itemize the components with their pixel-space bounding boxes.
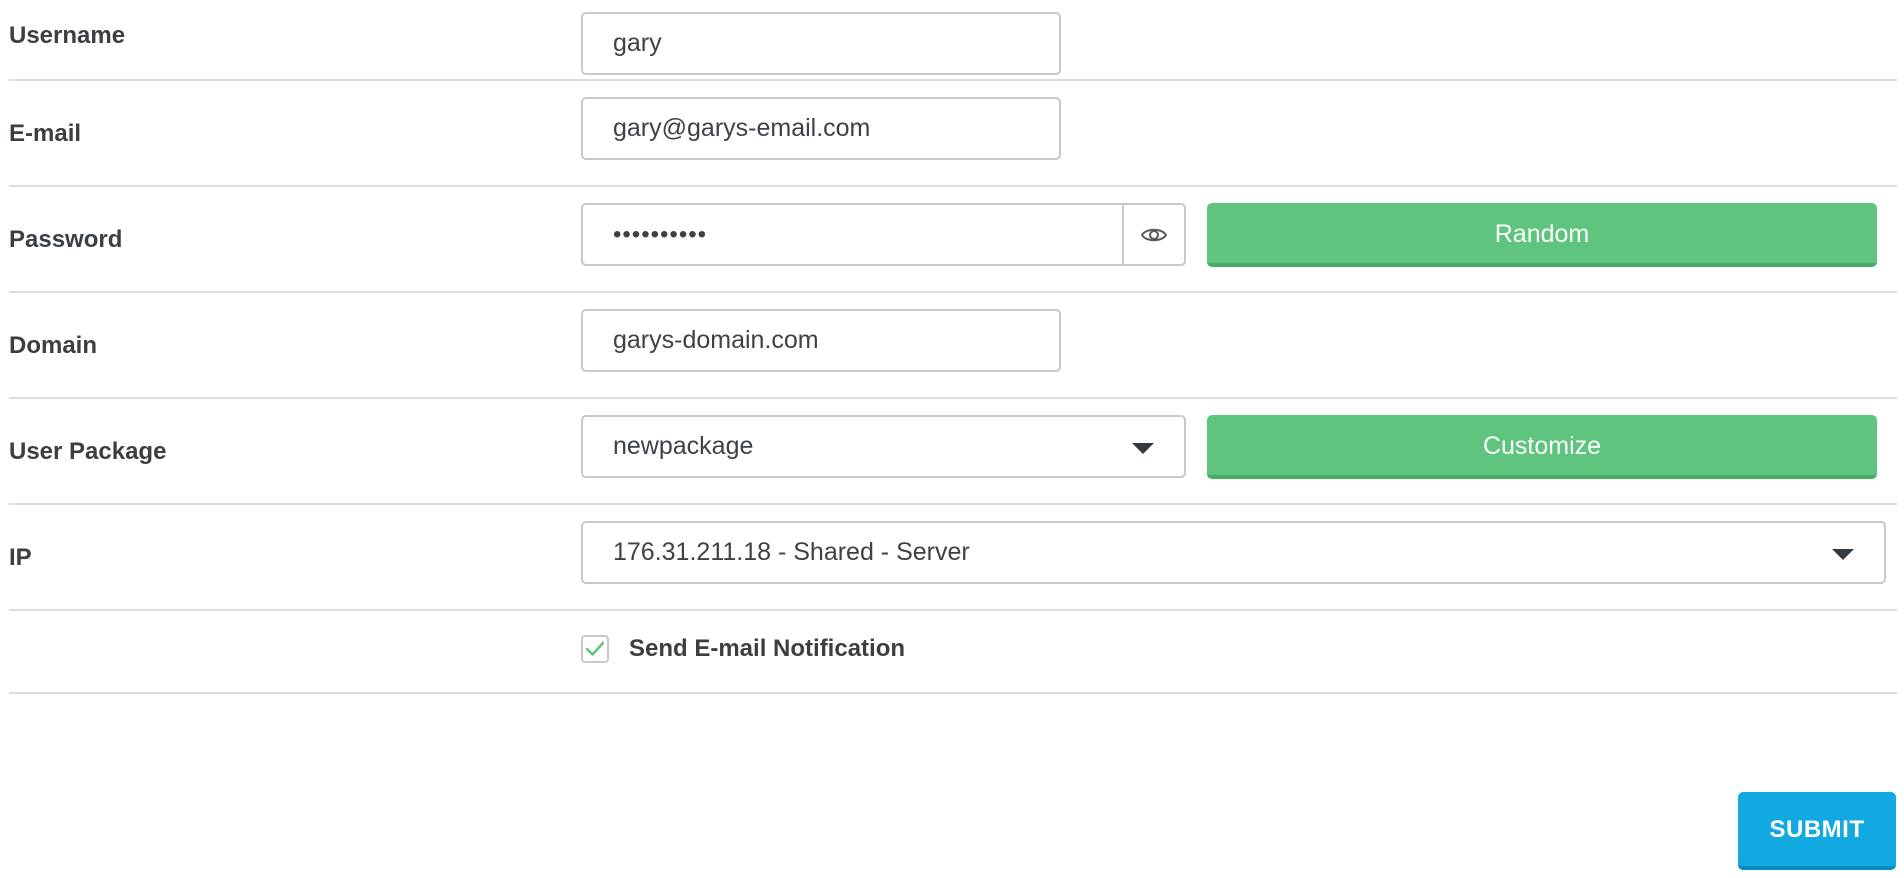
domain-row: Domain garys-domain.com xyxy=(9,293,1897,399)
password-row: Password •••••••••• Random xyxy=(9,187,1897,293)
package-row: User Package newpackage Customize xyxy=(9,399,1897,505)
check-icon xyxy=(585,641,605,656)
create-user-form: Username gary E-mail gary@garys-email.co… xyxy=(9,0,1897,694)
username-label: Username xyxy=(9,22,126,49)
send-notification-label[interactable]: Send E-mail Notification xyxy=(629,635,905,663)
ip-label: IP xyxy=(9,544,32,571)
domain-input[interactable]: garys-domain.com xyxy=(581,309,1061,372)
email-input[interactable]: gary@garys-email.com xyxy=(581,97,1061,160)
notification-row: Send E-mail Notification xyxy=(9,611,1897,694)
domain-label: Domain xyxy=(9,332,98,359)
customize-package-button[interactable]: Customize xyxy=(1207,415,1877,479)
package-selected-value: newpackage xyxy=(613,432,754,460)
email-row: E-mail gary@garys-email.com xyxy=(9,81,1897,187)
eye-icon xyxy=(1141,228,1167,241)
ip-selected-value: 176.31.211.18 - Shared - Server xyxy=(613,538,970,566)
ip-row: IP 176.31.211.18 - Shared - Server xyxy=(9,505,1897,611)
package-select[interactable]: newpackage xyxy=(581,415,1186,478)
show-password-button[interactable] xyxy=(1122,205,1184,264)
ip-select[interactable]: 176.31.211.18 - Shared - Server xyxy=(581,521,1886,584)
caret-down-icon xyxy=(1132,443,1154,454)
notification-option: Send E-mail Notification xyxy=(581,633,905,665)
caret-down-icon xyxy=(1832,549,1854,560)
email-label: E-mail xyxy=(9,120,82,147)
username-row: Username gary xyxy=(9,0,1897,81)
random-password-button[interactable]: Random xyxy=(1207,203,1877,267)
send-notification-checkbox[interactable] xyxy=(581,635,609,663)
package-label: User Package xyxy=(9,438,167,465)
password-label: Password xyxy=(9,226,123,253)
password-value: •••••••••• xyxy=(613,221,708,248)
username-input[interactable]: gary xyxy=(581,12,1061,75)
submit-button[interactable]: SUBMIT xyxy=(1738,792,1896,870)
password-input[interactable]: •••••••••• xyxy=(581,203,1186,266)
